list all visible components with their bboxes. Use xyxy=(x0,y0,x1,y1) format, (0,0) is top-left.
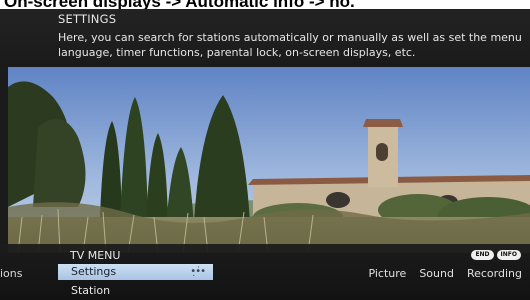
menu-item-settings-selected[interactable]: Settings •̣•̇• xyxy=(58,264,213,280)
navigation-arrows-icon: •̣•̇• xyxy=(190,266,206,277)
info-panel: SETTINGS Here, you can search for statio… xyxy=(0,9,530,67)
menu-item-settings-label: Settings xyxy=(71,265,117,278)
menu-title: TV MENU xyxy=(70,249,121,262)
menu-item-picture[interactable]: Picture xyxy=(368,267,406,280)
menu-item-previous-partial[interactable]: ions xyxy=(0,267,23,280)
info-panel-description: Here, you can search for stations automa… xyxy=(58,31,522,59)
key-hints: END INFO xyxy=(471,250,521,260)
info-panel-title: SETTINGS xyxy=(58,12,117,26)
tv-picture xyxy=(8,67,530,253)
menu-item-recording[interactable]: Recording xyxy=(467,267,522,280)
info-key-badge[interactable]: INFO xyxy=(496,250,521,260)
menu-item-sound[interactable]: Sound xyxy=(419,267,454,280)
document-caption: On-screen displays -> Automatic info -> … xyxy=(0,0,530,9)
menu-top-items: Picture Sound Recording xyxy=(368,267,522,280)
end-key-badge[interactable]: END xyxy=(471,250,494,260)
tv-menu-bar: TV MENU END INFO ions Settings •̣•̇• Sta… xyxy=(0,244,530,300)
submenu-item-station[interactable]: Station xyxy=(71,284,110,297)
tv-screen: SETTINGS Here, you can search for statio… xyxy=(0,9,530,300)
